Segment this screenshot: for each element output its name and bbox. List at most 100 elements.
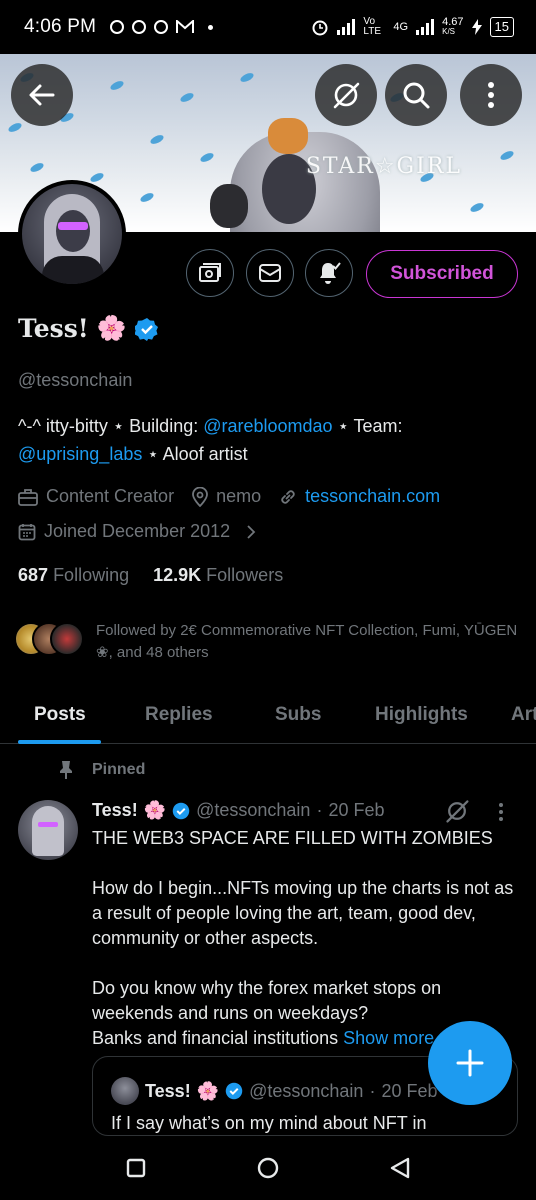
recents-button[interactable]: [116, 1148, 156, 1188]
profile-name-row: Tess! 🌸: [18, 314, 159, 343]
notifications-button[interactable]: [305, 249, 353, 297]
search-icon: [403, 82, 430, 109]
quoted-author-handle: @tessonchain: [249, 1080, 364, 1101]
pinned-label: Pinned: [92, 761, 146, 778]
quoted-author-avatar: [111, 1077, 139, 1105]
post-author-name[interactable]: Tess!: [92, 800, 138, 821]
circle-icon: [257, 1157, 279, 1179]
status-time: 4:06 PM: [24, 16, 97, 37]
profile-joined-date: Joined December 2012: [44, 521, 231, 541]
speed-value: 4.67: [442, 16, 464, 28]
post-date: 20 Feb: [328, 800, 385, 820]
post-more-button[interactable]: [498, 802, 504, 827]
profile-website-link[interactable]: tessonchain.com: [305, 486, 440, 507]
bio-text: ⋆ Team:: [332, 416, 403, 436]
search-button[interactable]: [385, 64, 447, 126]
quoted-author-name: Tess!: [145, 1080, 191, 1101]
quoted-author-emoji: 🌸: [196, 1080, 220, 1101]
location-icon: [192, 486, 208, 507]
post-separator: ·: [316, 800, 323, 820]
post-line-1: THE WEB3 SPACE ARE FILLED WITH ZOMBIES: [92, 828, 493, 848]
message-button[interactable]: [246, 249, 294, 297]
charging-icon: [471, 19, 482, 35]
profile-name: Tess!: [18, 314, 89, 343]
speed-readout: 4.67 K/S: [442, 17, 463, 37]
followed-by-text: Followed by 2€ Commemorative NFT Collect…: [96, 622, 518, 661]
tab-articles[interactable]: Articles: [511, 686, 536, 744]
verified-badge-icon: [172, 802, 190, 819]
post-body[interactable]: THE WEB3 SPACE ARE FILLED WITH ZOMBIES H…: [92, 826, 520, 1051]
profile-handle: @tessonchain: [18, 370, 133, 390]
grok-icon: [333, 82, 360, 109]
battery-level: 15: [489, 17, 514, 37]
tab-label: Subs: [275, 704, 322, 725]
triangle-back-icon: [390, 1157, 410, 1179]
status-right: Vo LTE 4G 4.67 K/S 15: [311, 17, 514, 37]
profile-tabs: Posts Replies Subs Highlights Articles: [0, 686, 536, 744]
square-icon: [126, 1158, 146, 1178]
tip-button[interactable]: [186, 249, 234, 297]
tab-replies[interactable]: Replies: [145, 686, 213, 744]
followers-count: 12.9K: [153, 565, 202, 585]
bio-mention-rarebloomdao[interactable]: @rarebloomdao: [203, 416, 332, 436]
tab-label: Articles: [511, 704, 536, 725]
tab-highlights[interactable]: Highlights: [375, 686, 468, 744]
plus-icon: [456, 1049, 484, 1077]
profile-joined-row[interactable]: Joined December 2012: [18, 521, 258, 542]
following-label: Following: [53, 565, 130, 585]
bell-check-icon: [320, 262, 341, 284]
grok-button[interactable]: [315, 64, 377, 126]
show-more-link[interactable]: Show more: [343, 1028, 434, 1048]
verified-badge-icon: [225, 1082, 243, 1100]
bio-text: ^-^ itty-bitty ⋆ Building:: [18, 416, 204, 436]
signal-icon-2: [416, 19, 435, 35]
money-icon: [199, 263, 221, 282]
compose-post-button[interactable]: [428, 1021, 512, 1105]
back-button[interactable]: [11, 64, 73, 126]
chevron-right-icon: [247, 524, 256, 539]
notification-circle-icon: [110, 20, 125, 34]
speed-unit: K/S: [442, 27, 456, 36]
post-author-handle: @tessonchain: [196, 800, 311, 820]
more-options-button[interactable]: [460, 64, 522, 126]
post-header: Tess! 🌸 @tessonchain · 20 Feb: [92, 800, 385, 821]
post-paragraph-3a: Do you know why the forex market stops o…: [92, 978, 442, 1023]
tab-label: Highlights: [375, 704, 468, 725]
briefcase-icon: [18, 488, 38, 506]
bio-mention-uprising-labs[interactable]: @uprising_labs: [18, 444, 142, 464]
post-author-avatar[interactable]: [18, 800, 78, 860]
post-paragraph-3b: Banks and financial institutions: [92, 1028, 344, 1048]
active-tab-indicator: [18, 740, 101, 744]
cherry-blossom-emoji: 🌸: [96, 315, 127, 342]
status-bar: 4:06 PM Vo LTE 4G 4.67 K/S 15: [0, 0, 536, 54]
subscribed-button[interactable]: Subscribed: [366, 250, 518, 298]
tab-posts[interactable]: Posts: [34, 686, 86, 744]
more-vertical-icon: [499, 803, 503, 821]
back-nav-button[interactable]: [380, 1148, 420, 1188]
verified-badge-icon[interactable]: [134, 317, 159, 341]
follow-counts: 687 Following 12.9K Followers: [18, 565, 283, 586]
followed-by-row[interactable]: Followed by 2€ Commemorative NFT Collect…: [14, 620, 526, 664]
quoted-text: If I say what’s on my mind about NFT in: [111, 1113, 427, 1133]
followers-label: Followers: [206, 565, 284, 585]
banner-orange-cat: [268, 118, 308, 154]
signal-icon: [337, 19, 356, 35]
profile-meta-row: Content Creator nemo tessonchain.com: [18, 486, 440, 507]
post-grok-button[interactable]: [444, 798, 470, 829]
followers-count-link[interactable]: 12.9K Followers: [153, 565, 283, 586]
pinned-indicator: Pinned: [58, 760, 145, 780]
system-navigation-bar: [0, 1136, 536, 1200]
profile-location: nemo: [216, 486, 262, 506]
quoted-date: 20 Feb: [381, 1080, 438, 1101]
tab-label: Posts: [34, 704, 86, 725]
quoted-separator: ·: [369, 1080, 376, 1101]
following-count-link[interactable]: 687 Following: [18, 565, 129, 586]
profile-avatar[interactable]: [18, 180, 126, 288]
quoted-post-header: Tess! 🌸 @tessonchain · 20 Feb: [111, 1077, 438, 1105]
home-button[interactable]: [248, 1148, 288, 1188]
volte-label: Vo LTE: [363, 16, 382, 37]
follower-avatar-yugen: [50, 622, 84, 656]
grok-icon: [446, 800, 469, 823]
tab-subs[interactable]: Subs: [275, 686, 321, 744]
following-count: 687: [18, 565, 49, 585]
